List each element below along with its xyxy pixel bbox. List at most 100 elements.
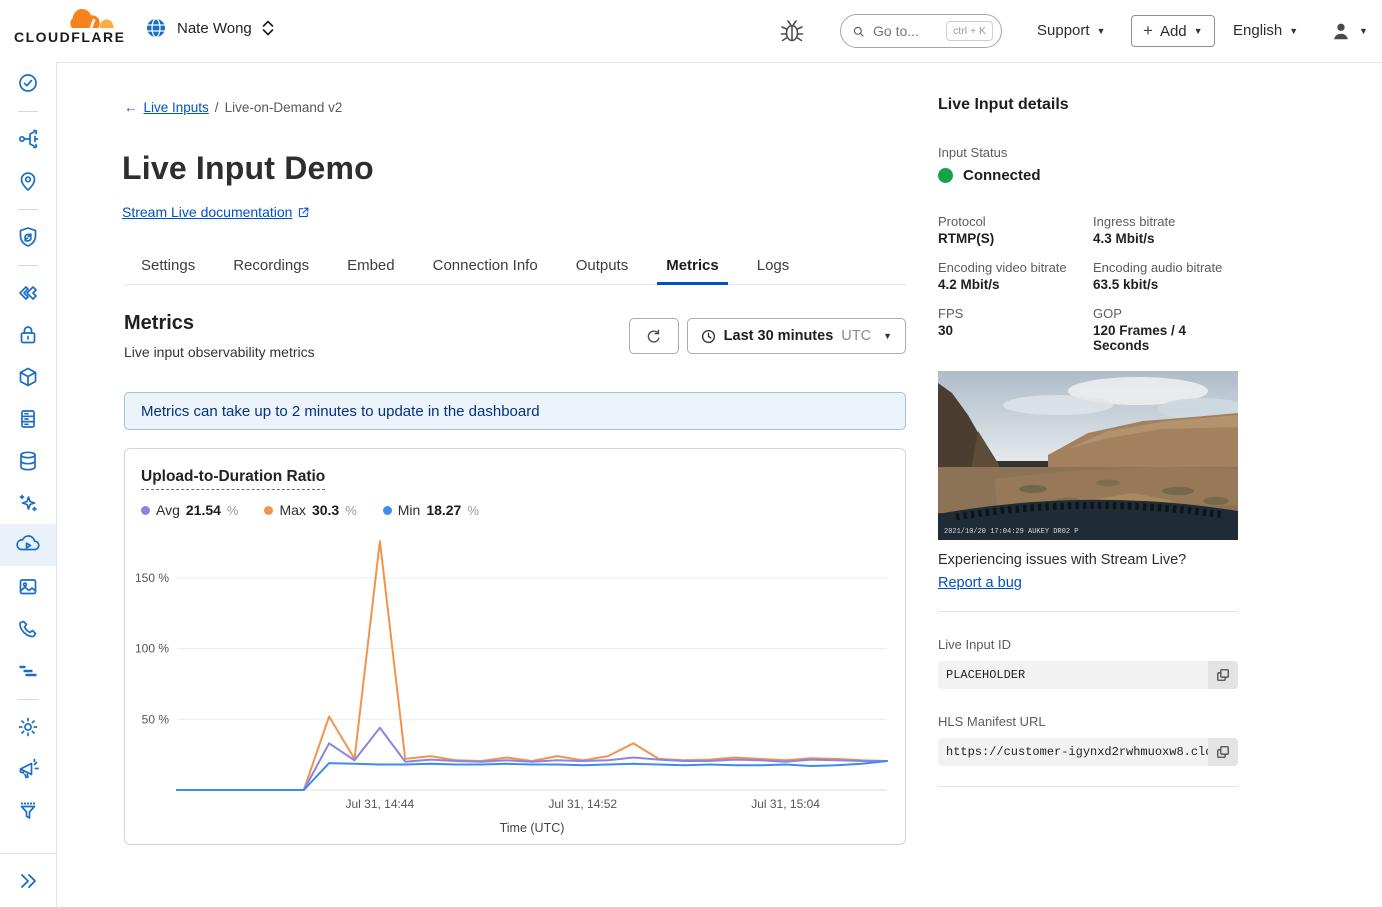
clock-icon <box>701 329 716 344</box>
divider <box>938 611 1238 612</box>
live-preview-thumbnail: 2021/10/20 17:04:29 AUKEY DR02 P <box>938 371 1238 540</box>
collapse-icon[interactable] <box>0 853 56 907</box>
cloudflare-wordmark: CLOUDFLARE <box>14 29 125 45</box>
svg-text:50 %: 50 % <box>142 712 170 726</box>
status-row: Connected <box>938 167 1238 184</box>
copy-button[interactable] <box>1208 661 1238 689</box>
legend-dot-max <box>264 506 273 515</box>
line-chart: 50 % 100 % 150 % Jul 31, 14:44 Jul 31, 14:52… <box>125 539 905 839</box>
detail-label: GOP <box>1093 306 1238 321</box>
metrics-heading: Metrics <box>124 312 315 335</box>
network-icon[interactable] <box>0 118 56 160</box>
detail-label: Ingress bitrate <box>1093 214 1238 229</box>
svg-text:Time (UTC): Time (UTC) <box>500 821 565 835</box>
funnel-icon[interactable] <box>0 790 56 832</box>
breadcrumb-live-inputs-link[interactable]: Live Inputs <box>144 100 209 115</box>
sidebar-divider <box>0 692 56 706</box>
database-icon[interactable] <box>0 440 56 482</box>
refresh-icon <box>645 328 662 345</box>
tab-recordings[interactable]: Recordings <box>232 247 310 284</box>
calls-icon[interactable] <box>0 608 56 650</box>
external-link-icon <box>297 206 310 219</box>
report-bug-link[interactable]: Report a bug <box>938 575 1022 591</box>
search-icon <box>853 24 864 39</box>
legend-min: Min 18.27 % <box>383 502 479 518</box>
location-pin-icon[interactable] <box>0 160 56 202</box>
megaphone-icon[interactable] <box>0 748 56 790</box>
hls-manifest-url-label: HLS Manifest URL <box>938 714 1238 729</box>
ai-icon[interactable] <box>0 482 56 524</box>
metrics-subheading: Live input observability metrics <box>124 344 315 360</box>
svg-text:Jul 31, 14:52: Jul 31, 14:52 <box>548 797 617 811</box>
account-switcher[interactable]: Nate Wong <box>144 16 275 40</box>
chevron-down-icon: ▼ <box>1289 26 1298 36</box>
selector-icon <box>261 19 275 37</box>
top-header: CLOUDFLARE Nate Wong <box>0 0 1382 63</box>
live-input-id-field[interactable]: PLACEHOLDER <box>938 661 1238 689</box>
input-status-label: Input Status <box>938 145 1238 160</box>
svg-text:150 %: 150 % <box>135 571 169 585</box>
svg-text:Jul 31, 14:44: Jul 31, 14:44 <box>345 797 414 811</box>
details-heading: Live Input details <box>938 96 1238 114</box>
issues-question: Experiencing issues with Stream Live? <box>938 552 1238 568</box>
images-icon[interactable] <box>0 566 56 608</box>
lock-icon[interactable] <box>0 314 56 356</box>
global-search[interactable]: ctrl + K <box>840 14 1002 48</box>
settings-gear-icon[interactable] <box>0 706 56 748</box>
copy-icon <box>1216 745 1230 759</box>
sidebar-divider <box>0 104 56 118</box>
dashcam-timestamp: 2021/10/20 17:04:29 AUKEY DR02 P <box>944 528 1078 536</box>
tab-outputs[interactable]: Outputs <box>575 247 630 284</box>
chart-title: Upload-to-Duration Ratio <box>141 468 325 490</box>
breadcrumb-separator: / <box>215 100 219 115</box>
detail-value: 30 <box>938 323 1093 343</box>
workers-icon[interactable] <box>0 356 56 398</box>
timezone-label: UTC <box>841 328 871 344</box>
tab-connection-info[interactable]: Connection Info <box>432 247 539 284</box>
svg-text:100 %: 100 % <box>135 642 169 656</box>
shield-refresh-icon[interactable] <box>0 216 56 258</box>
time-range-label: Last 30 minutes <box>724 328 834 344</box>
plus-icon: + <box>1143 21 1153 41</box>
refresh-button[interactable] <box>629 318 679 354</box>
add-button[interactable]: + Add ▼ <box>1131 15 1215 47</box>
tab-metrics[interactable]: Metrics <box>665 247 720 284</box>
copy-icon <box>1216 668 1230 682</box>
speed-icon[interactable] <box>0 272 56 314</box>
hls-manifest-url-field[interactable]: https://customer-igynxd2rwhmuoxw8.cloudf <box>938 738 1238 766</box>
left-sidebar <box>0 62 57 907</box>
details-grid: Protocol RTMP(S) Ingress bitrate 4.3 Mbi… <box>938 214 1238 358</box>
tab-logs[interactable]: Logs <box>756 247 791 284</box>
cloudflare-logo[interactable]: CLOUDFLARE <box>14 6 132 45</box>
time-travel-icon[interactable] <box>0 62 56 104</box>
time-range-dropdown[interactable]: Last 30 minutes UTC ▼ <box>687 318 906 354</box>
copy-button[interactable] <box>1208 738 1238 766</box>
back-arrow-icon: ← <box>124 100 138 115</box>
search-input[interactable] <box>871 22 939 40</box>
tab-embed[interactable]: Embed <box>346 247 396 284</box>
detail-value: 4.2 Mbit/s <box>938 277 1093 297</box>
hls-manifest-url-value: https://customer-igynxd2rwhmuoxw8.cloudf <box>938 745 1208 759</box>
tab-bar: Settings Recordings Embed Connection Inf… <box>124 247 906 285</box>
page-title: Live Input Demo <box>122 150 374 187</box>
legend-max: Max 30.3 % <box>264 502 356 518</box>
breadcrumb: ← Live Inputs / Live-on-Demand v2 <box>124 100 342 115</box>
user-menu[interactable]: ▼ <box>1330 20 1368 42</box>
chevron-down-icon: ▼ <box>1359 26 1368 36</box>
user-icon <box>1330 20 1352 42</box>
detail-label: Encoding video bitrate <box>938 260 1093 275</box>
server-rack-icon[interactable] <box>0 398 56 440</box>
chevron-down-icon: ▼ <box>1194 26 1203 36</box>
live-input-id-value: PLACEHOLDER <box>938 668 1208 682</box>
legend-dot-min <box>383 506 392 515</box>
legend-avg: Avg 21.54 % <box>141 502 238 518</box>
support-menu[interactable]: Support▼ <box>1037 22 1105 39</box>
detail-value: 4.3 Mbit/s <box>1093 231 1238 251</box>
tab-settings[interactable]: Settings <box>140 247 196 284</box>
stream-docs-link[interactable]: Stream Live documentation <box>122 204 310 220</box>
debug-bug-icon[interactable] <box>776 15 808 47</box>
analytics-icon[interactable] <box>0 650 56 692</box>
language-menu[interactable]: English▼ <box>1233 22 1298 39</box>
cloudflare-dashboard: CLOUDFLARE Nate Wong <box>0 0 1382 907</box>
stream-icon[interactable] <box>0 524 56 566</box>
